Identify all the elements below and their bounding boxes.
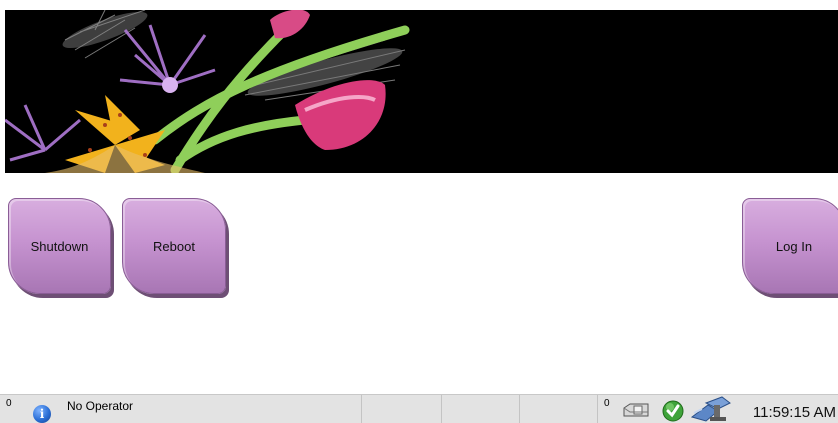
status-cell-blank-3	[520, 395, 598, 423]
media-count: 0	[604, 398, 610, 409]
login-screen: Shutdown Reboot Log In 0 i No Operator 0	[0, 0, 838, 423]
media-tray-icon[interactable]	[620, 400, 652, 420]
floral-banner-image	[5, 10, 838, 173]
info-icon[interactable]: i	[33, 405, 51, 423]
shutdown-button-label: Shutdown	[30, 238, 89, 254]
operator-name: No Operator	[67, 399, 134, 413]
login-button-label: Log In	[775, 238, 813, 254]
reboot-button-label: Reboot	[153, 238, 195, 254]
shutdown-button[interactable]: Shutdown	[8, 198, 111, 294]
status-cell-blank-1	[362, 395, 442, 423]
check-status-icon[interactable]	[662, 400, 684, 422]
status-operator-cell[interactable]: 0 i No Operator	[0, 395, 362, 423]
reboot-button[interactable]: Reboot	[122, 198, 226, 294]
status-cell-blank-2	[442, 395, 520, 423]
clock: 11:59:15 AM	[752, 404, 836, 421]
status-system-cell: 0	[598, 395, 738, 423]
alert-count: 0	[6, 398, 12, 409]
gantry-icon[interactable]	[688, 395, 734, 423]
status-bar: 0 i No Operator 0 11:59:15 AM	[0, 394, 838, 423]
login-button[interactable]: Log In	[742, 198, 838, 294]
